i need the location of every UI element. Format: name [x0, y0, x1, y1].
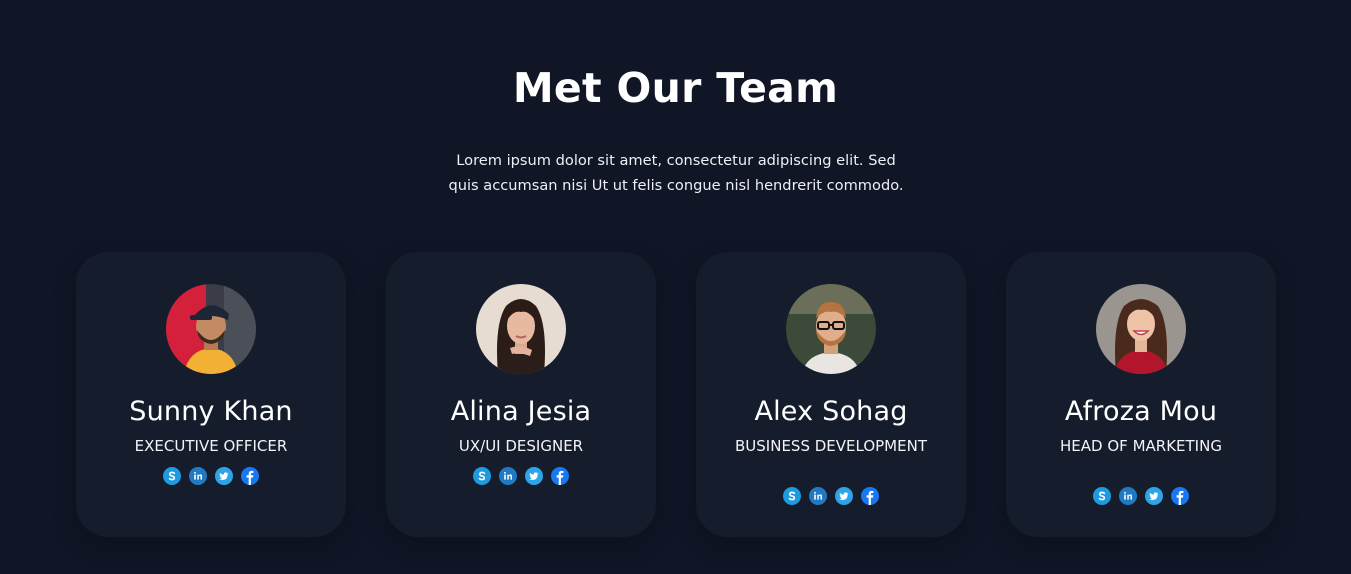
member-role: BUSINESS DEVELOPMENT	[735, 437, 927, 455]
member-name: Sunny Khan	[129, 396, 293, 427]
member-role: HEAD OF MARKETING	[1060, 437, 1222, 455]
skype-icon[interactable]	[473, 467, 491, 485]
skype-icon[interactable]	[1093, 487, 1111, 505]
linkedin-icon[interactable]	[809, 487, 827, 505]
linkedin-icon[interactable]	[189, 467, 207, 485]
twitter-icon[interactable]	[1145, 487, 1163, 505]
avatar	[166, 284, 256, 374]
social-links	[1006, 487, 1276, 505]
twitter-icon[interactable]	[525, 467, 543, 485]
twitter-icon[interactable]	[835, 487, 853, 505]
social-links	[76, 467, 346, 485]
facebook-icon[interactable]	[1171, 487, 1189, 505]
team-card: Sunny Khan EXECUTIVE OFFICER	[76, 252, 346, 537]
avatar	[786, 284, 876, 374]
member-name: Afroza Mou	[1064, 396, 1218, 427]
avatar	[1096, 284, 1186, 374]
avatar	[476, 284, 566, 374]
social-links	[696, 487, 966, 505]
team-cards: Sunny Khan EXECUTIVE OFFICER Alina Jesia…	[0, 0, 1351, 574]
linkedin-icon[interactable]	[499, 467, 517, 485]
member-role: EXECUTIVE OFFICER	[134, 437, 288, 455]
facebook-icon[interactable]	[551, 467, 569, 485]
linkedin-icon[interactable]	[1119, 487, 1137, 505]
team-card: Afroza Mou HEAD OF MARKETING	[1006, 252, 1276, 537]
member-name: Alex Sohag	[754, 396, 908, 427]
member-role: UX/UI DESIGNER	[458, 437, 584, 455]
facebook-icon[interactable]	[861, 487, 879, 505]
twitter-icon[interactable]	[215, 467, 233, 485]
skype-icon[interactable]	[783, 487, 801, 505]
member-name: Alina Jesia	[450, 396, 592, 427]
team-card: Alex Sohag BUSINESS DEVELOPMENT	[696, 252, 966, 537]
social-links	[386, 467, 656, 485]
team-card: Alina Jesia UX/UI DESIGNER	[386, 252, 656, 537]
skype-icon[interactable]	[163, 467, 181, 485]
facebook-icon[interactable]	[241, 467, 259, 485]
